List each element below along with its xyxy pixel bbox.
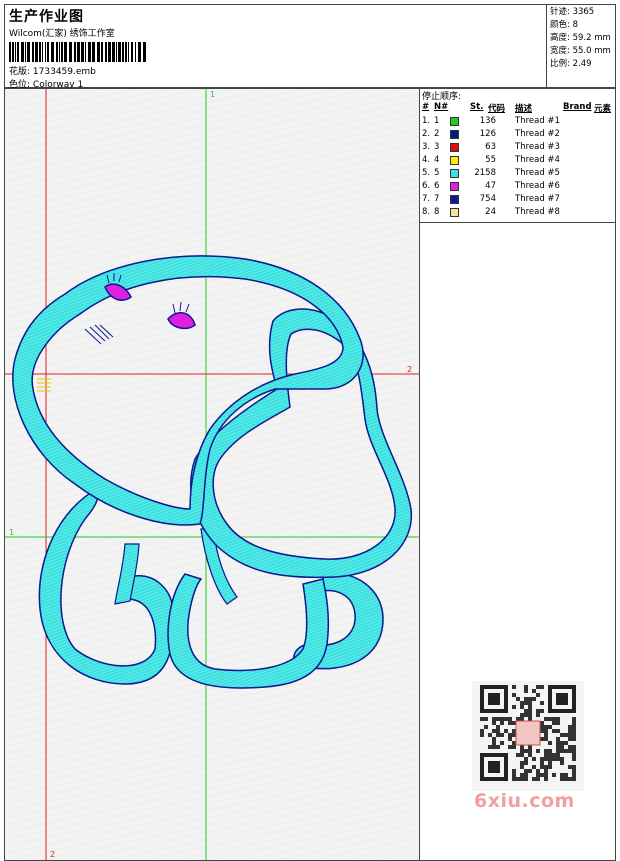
thread-stitches: 754 — [479, 194, 496, 204]
thread-n: 3 — [434, 142, 440, 152]
thread-num: 8. — [422, 207, 431, 217]
color-swatch — [450, 208, 459, 217]
col-n: N# — [434, 102, 449, 112]
thread-n: 8 — [434, 207, 440, 217]
thread-desc: Thread #7 — [515, 194, 560, 204]
thread-row: 1. 1 136 Thread #1 — [420, 115, 616, 128]
design-file-info: 花版: 1733459.emb — [9, 64, 96, 77]
col-desc: 描述 — [515, 104, 533, 114]
color-swatch — [450, 143, 459, 152]
thread-row: 5. 5 2158 Thread #5 — [420, 167, 616, 180]
thread-n: 7 — [434, 194, 440, 204]
thread-n: 6 — [434, 181, 440, 191]
col-brand: Brand — [563, 102, 592, 112]
thread-num: 6. — [422, 181, 431, 191]
col-element: 元素 — [594, 104, 612, 114]
color-swatch — [450, 169, 459, 178]
color-swatch — [450, 195, 459, 204]
stat-height: 高度: 59.2 mm — [550, 33, 611, 43]
guide-label-v1: 1 — [210, 90, 215, 99]
elephant-design: 1 2 1 2 — [5, 89, 419, 860]
page-title: 生产作业图 — [9, 9, 84, 25]
header-panel: 生产作业图 Wilcom(汇家) 绣饰工作室 花版: 1733459.emb 色… — [4, 4, 547, 90]
thread-num: 4. — [422, 155, 431, 165]
thread-stitches: 47 — [485, 181, 496, 191]
col-hash: # — [422, 102, 430, 112]
design-file-value: 1733459.emb — [32, 67, 96, 77]
thread-n: 1 — [434, 116, 440, 126]
stat-width: 宽度: 55.0 mm — [550, 46, 611, 56]
start-marker — [37, 378, 51, 392]
embroidery-preview[interactable]: 1 2 1 2 — [4, 88, 420, 861]
thread-row: 2. 2 126 Thread #2 — [420, 128, 616, 141]
guide-label-h1: 1 — [9, 528, 14, 537]
thread-n: 2 — [434, 129, 440, 139]
thread-desc: Thread #1 — [515, 116, 560, 126]
thread-row: 6. 6 47 Thread #6 — [420, 180, 616, 193]
thread-num: 7. — [422, 194, 431, 204]
thread-n: 4 — [434, 155, 440, 165]
barcode-icon — [9, 42, 146, 62]
thread-stitches: 2158 — [474, 168, 496, 178]
watermark-logo: 6xiu.com — [474, 790, 575, 812]
thread-desc: Thread #2 — [515, 129, 560, 139]
thread-desc: Thread #5 — [515, 168, 560, 178]
thread-row: 7. 7 754 Thread #7 — [420, 193, 616, 206]
thread-row: 4. 4 55 Thread #4 — [420, 154, 616, 167]
thread-n: 5 — [434, 168, 440, 178]
design-file-label: 花版: — [9, 67, 31, 77]
stop-order-title: 停止顺序: — [422, 92, 462, 102]
thread-stitches: 55 — [485, 155, 496, 165]
stat-colors: 颜色: 8 — [550, 20, 578, 30]
thread-num: 2. — [422, 129, 431, 139]
color-swatch — [450, 182, 459, 191]
stat-scale: 比例: 2.49 — [550, 59, 592, 69]
thread-stitches: 136 — [479, 116, 496, 126]
col-code: 代码 — [488, 104, 506, 114]
thread-stitches: 126 — [479, 129, 496, 139]
col-st: St. — [470, 102, 484, 112]
qr-code — [472, 681, 584, 791]
thread-num: 3. — [422, 142, 431, 152]
thread-row: 8. 8 24 Thread #8 — [420, 206, 616, 219]
thread-desc: Thread #3 — [515, 142, 560, 152]
qr-code-icon — [480, 685, 576, 781]
thread-stitches: 24 — [485, 207, 496, 217]
stat-stitches: 针迹: 3365 — [550, 7, 595, 17]
thread-desc: Thread #8 — [515, 207, 560, 217]
guide-label-v2: 2 — [50, 850, 55, 859]
thread-num: 1. — [422, 116, 431, 126]
leg-middle — [167, 573, 330, 689]
panel-divider — [420, 222, 616, 223]
guide-label-h2: 2 — [407, 365, 412, 374]
head — [12, 255, 364, 526]
stats-panel: 针迹: 3365 颜色: 8 高度: 59.2 mm 宽度: 55.0 mm 比… — [546, 4, 616, 88]
thread-num: 5. — [422, 168, 431, 178]
color-swatch — [450, 156, 459, 165]
thread-desc: Thread #4 — [515, 155, 560, 165]
thread-stitches: 63 — [485, 142, 496, 152]
thread-desc: Thread #6 — [515, 181, 560, 191]
thread-row: 3. 3 63 Thread #3 — [420, 141, 616, 154]
color-swatch — [450, 117, 459, 126]
eye-right — [167, 312, 196, 330]
production-worksheet: 生产作业图 Wilcom(汇家) 绣饰工作室 花版: 1733459.emb 色… — [0, 0, 620, 861]
color-swatch — [450, 130, 459, 139]
studio-name: Wilcom(汇家) 绣饰工作室 — [9, 29, 115, 39]
